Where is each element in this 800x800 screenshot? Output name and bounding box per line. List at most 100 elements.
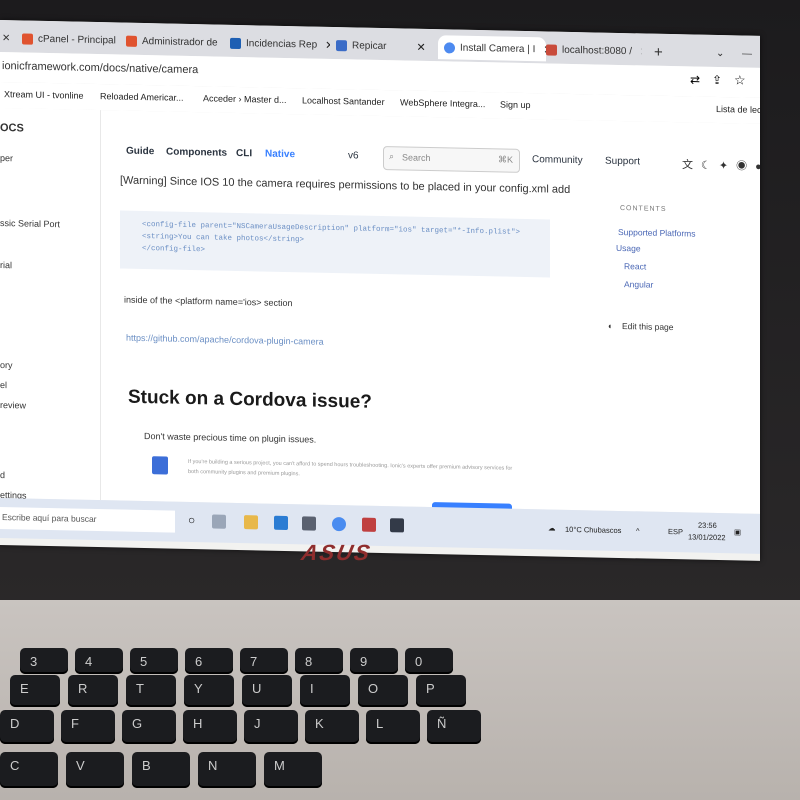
toc-item[interactable]: Supported Platforms: [618, 227, 695, 239]
key-label: C: [10, 758, 20, 773]
key-label: E: [20, 681, 29, 696]
key-label: U: [252, 681, 262, 696]
version-select[interactable]: v6: [348, 150, 359, 161]
close-icon[interactable]: ✕: [2, 26, 16, 50]
weather-icon: ☁: [548, 523, 556, 533]
key-label: Y: [194, 681, 203, 696]
url-field[interactable]: ionicframework.com/docs/native/camera: [2, 60, 198, 76]
close-icon[interactable]: ✕: [416, 40, 425, 53]
github-icon: ◐: [608, 320, 614, 331]
key-label: 0: [415, 654, 423, 669]
share-icon[interactable]: ⇪: [712, 73, 722, 87]
sidebar-item[interactable]: ssic Serial Port: [0, 218, 60, 229]
sidebar-item[interactable]: rial: [0, 260, 12, 270]
sidebar-item[interactable]: d: [0, 470, 5, 480]
terminal-icon[interactable]: [390, 518, 404, 533]
repo-link[interactable]: https://github.com/apache/cordova-plugin…: [126, 333, 324, 347]
toc-item[interactable]: React: [624, 261, 646, 271]
close-icon[interactable]: ✕: [325, 38, 330, 51]
key-label: P: [426, 681, 435, 696]
sidebar-item[interactable]: ory: [0, 360, 13, 370]
inside-text: inside of the <platform name='ios> secti…: [124, 294, 293, 309]
bookmark-item[interactable]: Reloaded Americar...: [100, 91, 184, 103]
asus-logo: ASUS: [299, 540, 374, 565]
key-b: B: [132, 752, 190, 788]
search-shortcut: ⌘K: [497, 154, 513, 165]
weather-text[interactable]: 10°C Chubascos: [565, 525, 621, 535]
translate-icon[interactable]: ⇄: [690, 72, 700, 86]
key-i: I: [300, 675, 350, 707]
star-icon[interactable]: ☆: [734, 72, 746, 88]
key-j: J: [244, 710, 298, 744]
taskbar-search[interactable]: Escribe aquí para buscar: [0, 507, 175, 533]
key-9: 9: [350, 648, 398, 674]
bookmark-item[interactable]: WebSphere Integra...: [400, 97, 485, 109]
minimize-button[interactable]: —: [742, 42, 754, 66]
key-m: M: [264, 752, 322, 788]
github-icon[interactable]: ●: [755, 161, 760, 173]
key-label: F: [71, 716, 79, 731]
tab-localhost[interactable]: localhost:8080 / ✕: [546, 37, 642, 63]
nav-guide[interactable]: Guide: [126, 146, 154, 158]
language-indicator[interactable]: ESP: [668, 527, 683, 536]
twitter-icon[interactable]: ✦: [719, 160, 736, 172]
key-label: 8: [305, 654, 313, 669]
key-h: H: [183, 710, 237, 744]
nav-components[interactable]: Components: [166, 146, 227, 158]
social-icons: 文☾✦◉●: [682, 156, 760, 174]
ionic-support-icon: [152, 456, 168, 475]
translate-icon[interactable]: 文: [682, 159, 701, 171]
notification-icon[interactable]: ▣: [734, 527, 741, 536]
sidebar-item[interactable]: per: [0, 153, 13, 163]
key-label: 5: [140, 654, 148, 669]
bookmark-item[interactable]: Xtream UI - tvonline: [4, 89, 84, 101]
nav-cli[interactable]: CLI: [236, 148, 252, 159]
bookmark-item[interactable]: Acceder › Master d...: [203, 93, 287, 105]
app-icon[interactable]: [362, 517, 376, 532]
promo-text: If you're building a serious project, yo…: [188, 458, 513, 478]
docs-search[interactable]: ⌕ Search ⌘K: [383, 146, 520, 173]
toc-item[interactable]: Usage: [616, 243, 641, 254]
support-menu[interactable]: Support: [605, 156, 640, 168]
close-icon[interactable]: ✕: [640, 45, 642, 58]
cortana-icon[interactable]: ○: [188, 513, 195, 527]
key-label: G: [132, 716, 143, 731]
moon-icon[interactable]: ☾: [701, 160, 719, 172]
subtext: Don't waste precious time on plugin issu…: [144, 431, 317, 445]
nav-native[interactable]: Native: [265, 149, 295, 161]
tab-cpanel[interactable]: cPanel - Principal: [22, 26, 122, 52]
vscode-icon[interactable]: [274, 515, 288, 531]
bookmark-item[interactable]: Sign up: [500, 99, 531, 110]
sidebar-item[interactable]: review: [0, 400, 26, 411]
file-explorer-icon[interactable]: [244, 515, 258, 530]
clock-date[interactable]: 13/01/2022: [688, 532, 726, 542]
tab-label: Administrador de: [142, 35, 218, 49]
reading-list-item[interactable]: Lista de lect: [716, 104, 760, 115]
new-tab-button[interactable]: +: [654, 40, 668, 64]
discord-icon[interactable]: ◉: [736, 160, 755, 172]
app-icon[interactable]: [302, 516, 316, 531]
bookmark-item[interactable]: Localhost Santander: [302, 95, 385, 107]
docs-logo[interactable]: OCS: [0, 122, 24, 134]
key-t: T: [126, 675, 176, 707]
community-menu[interactable]: Community: [532, 154, 583, 166]
edit-page-link[interactable]: Edit this page: [622, 321, 674, 332]
chevron-up-icon[interactable]: ^: [636, 526, 640, 535]
key-7: 7: [240, 648, 288, 674]
key-p: P: [416, 675, 466, 707]
clock-time[interactable]: 23:56: [698, 521, 717, 530]
tab-incidencias[interactable]: Incidencias Rep ✕: [230, 31, 330, 57]
tab-administrador[interactable]: Administrador de ✕: [126, 29, 226, 55]
chevron-down-icon[interactable]: ⌄: [716, 41, 728, 65]
toc-item[interactable]: Angular: [624, 279, 653, 290]
key-label: V: [76, 758, 85, 773]
warning-text: [Warning] Since IOS 10 the camera requir…: [120, 174, 571, 196]
sidebar-item[interactable]: el: [0, 380, 7, 390]
chrome-icon[interactable]: [332, 516, 346, 532]
key-n: N: [198, 752, 256, 788]
tab-install-camera[interactable]: Install Camera | I ✕: [438, 35, 546, 62]
key-v: V: [66, 752, 124, 788]
tab-label: Repicar: [352, 39, 387, 52]
tab-repicar[interactable]: Repicar ✕: [336, 33, 436, 59]
task-view-icon[interactable]: [212, 514, 226, 529]
